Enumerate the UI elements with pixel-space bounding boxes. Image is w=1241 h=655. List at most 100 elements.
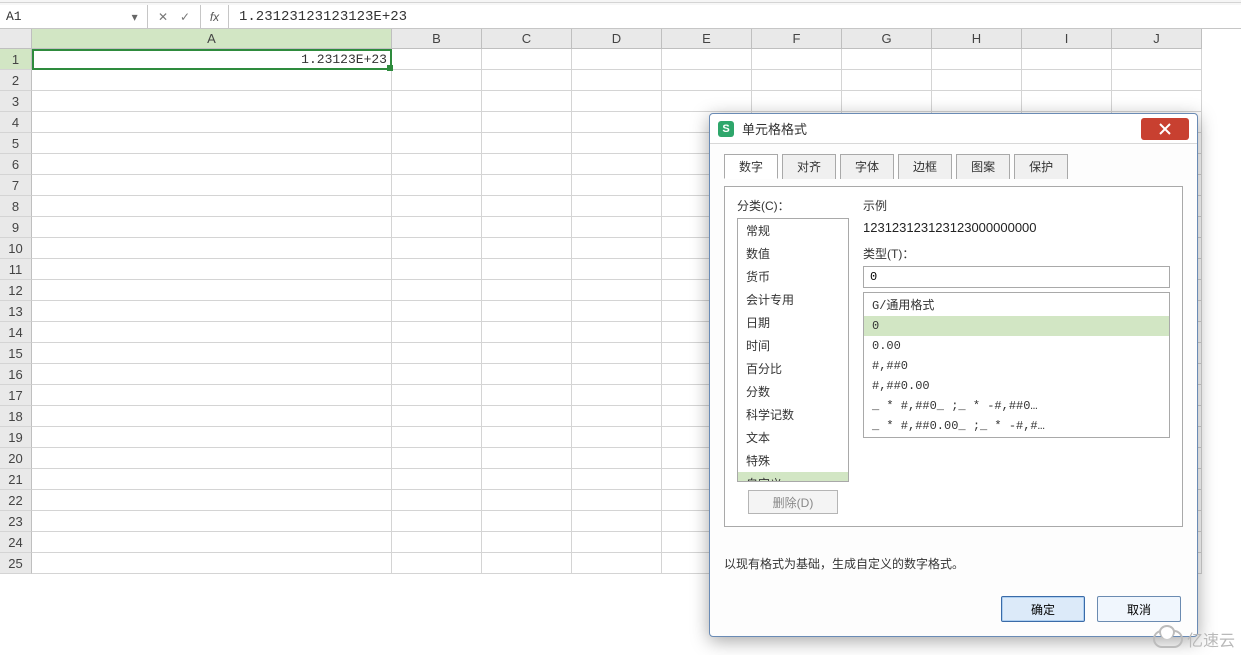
- cell-D15[interactable]: [572, 343, 662, 364]
- cell-B2[interactable]: [392, 70, 482, 91]
- column-headers[interactable]: ABCDEFGHIJ: [32, 29, 1202, 49]
- cell-C24[interactable]: [482, 532, 572, 553]
- cell-D12[interactable]: [572, 280, 662, 301]
- name-box-dropdown-icon[interactable]: ▾: [128, 10, 141, 24]
- dialog-titlebar[interactable]: S 单元格格式: [710, 114, 1197, 144]
- cell-B10[interactable]: [392, 238, 482, 259]
- cell-B8[interactable]: [392, 196, 482, 217]
- cell-A23[interactable]: [32, 511, 392, 532]
- cell-C1[interactable]: [482, 49, 572, 70]
- cell-D17[interactable]: [572, 385, 662, 406]
- row-header-15[interactable]: 15: [0, 343, 32, 364]
- name-box-input[interactable]: [6, 9, 128, 24]
- cell-C25[interactable]: [482, 553, 572, 574]
- cell-C11[interactable]: [482, 259, 572, 280]
- column-header-H[interactable]: H: [932, 29, 1022, 49]
- row-header-25[interactable]: 25: [0, 553, 32, 574]
- dialog-tab-4[interactable]: 图案: [956, 154, 1010, 179]
- dialog-tab-2[interactable]: 字体: [840, 154, 894, 179]
- cell-B12[interactable]: [392, 280, 482, 301]
- row-header-18[interactable]: 18: [0, 406, 32, 427]
- row-header-2[interactable]: 2: [0, 70, 32, 91]
- cell-D6[interactable]: [572, 154, 662, 175]
- cell-A4[interactable]: [32, 112, 392, 133]
- cell-D25[interactable]: [572, 553, 662, 574]
- cell-B21[interactable]: [392, 469, 482, 490]
- cell-E2[interactable]: [662, 70, 752, 91]
- cell-C19[interactable]: [482, 427, 572, 448]
- dialog-tab-1[interactable]: 对齐: [782, 154, 836, 179]
- row-header-7[interactable]: 7: [0, 175, 32, 196]
- cell-A8[interactable]: [32, 196, 392, 217]
- column-header-A[interactable]: A: [32, 29, 392, 49]
- cell-E3[interactable]: [662, 91, 752, 112]
- cell-B22[interactable]: [392, 490, 482, 511]
- cell-A5[interactable]: [32, 133, 392, 154]
- category-item[interactable]: 特殊: [738, 449, 848, 472]
- cell-A10[interactable]: [32, 238, 392, 259]
- cancel-formula-icon[interactable]: ✕: [156, 10, 170, 24]
- cell-C6[interactable]: [482, 154, 572, 175]
- cell-A9[interactable]: [32, 217, 392, 238]
- cell-A2[interactable]: [32, 70, 392, 91]
- cell-A20[interactable]: [32, 448, 392, 469]
- cell-C14[interactable]: [482, 322, 572, 343]
- cell-C17[interactable]: [482, 385, 572, 406]
- row-header-19[interactable]: 19: [0, 427, 32, 448]
- cell-C9[interactable]: [482, 217, 572, 238]
- cell-F3[interactable]: [752, 91, 842, 112]
- format-item[interactable]: 0: [864, 316, 1169, 336]
- cell-C23[interactable]: [482, 511, 572, 532]
- category-item[interactable]: 会计专用: [738, 288, 848, 311]
- dialog-tab-5[interactable]: 保护: [1014, 154, 1068, 179]
- cell-F1[interactable]: [752, 49, 842, 70]
- cell-C4[interactable]: [482, 112, 572, 133]
- cell-I1[interactable]: [1022, 49, 1112, 70]
- row-header-8[interactable]: 8: [0, 196, 32, 217]
- delete-format-button[interactable]: 删除(D): [748, 490, 838, 514]
- column-header-E[interactable]: E: [662, 29, 752, 49]
- row-header-22[interactable]: 22: [0, 490, 32, 511]
- row-header-5[interactable]: 5: [0, 133, 32, 154]
- row-header-6[interactable]: 6: [0, 154, 32, 175]
- category-item[interactable]: 文本: [738, 426, 848, 449]
- category-item[interactable]: 日期: [738, 311, 848, 334]
- row-header-13[interactable]: 13: [0, 301, 32, 322]
- category-item[interactable]: 货币: [738, 265, 848, 288]
- column-header-J[interactable]: J: [1112, 29, 1202, 49]
- cell-D18[interactable]: [572, 406, 662, 427]
- cell-C3[interactable]: [482, 91, 572, 112]
- cell-B24[interactable]: [392, 532, 482, 553]
- row-header-21[interactable]: 21: [0, 469, 32, 490]
- cell-A25[interactable]: [32, 553, 392, 574]
- column-header-C[interactable]: C: [482, 29, 572, 49]
- type-input[interactable]: [863, 266, 1170, 288]
- cell-G1[interactable]: [842, 49, 932, 70]
- cell-B17[interactable]: [392, 385, 482, 406]
- name-box[interactable]: ▾: [0, 5, 148, 28]
- row-header-9[interactable]: 9: [0, 217, 32, 238]
- cell-A24[interactable]: [32, 532, 392, 553]
- cell-F2[interactable]: [752, 70, 842, 91]
- cell-C21[interactable]: [482, 469, 572, 490]
- cell-B11[interactable]: [392, 259, 482, 280]
- column-header-D[interactable]: D: [572, 29, 662, 49]
- cell-J1[interactable]: [1112, 49, 1202, 70]
- cell-D2[interactable]: [572, 70, 662, 91]
- cell-G3[interactable]: [842, 91, 932, 112]
- category-item[interactable]: 常规: [738, 219, 848, 242]
- format-item[interactable]: 0.00: [864, 336, 1169, 356]
- cell-C20[interactable]: [482, 448, 572, 469]
- category-item[interactable]: 科学记数: [738, 403, 848, 426]
- row-header-14[interactable]: 14: [0, 322, 32, 343]
- accept-formula-icon[interactable]: ✓: [178, 10, 192, 24]
- cell-A22[interactable]: [32, 490, 392, 511]
- cell-C12[interactable]: [482, 280, 572, 301]
- cell-C2[interactable]: [482, 70, 572, 91]
- cell-D20[interactable]: [572, 448, 662, 469]
- cell-B20[interactable]: [392, 448, 482, 469]
- row-header-10[interactable]: 10: [0, 238, 32, 259]
- cell-C13[interactable]: [482, 301, 572, 322]
- row-header-4[interactable]: 4: [0, 112, 32, 133]
- cell-B13[interactable]: [392, 301, 482, 322]
